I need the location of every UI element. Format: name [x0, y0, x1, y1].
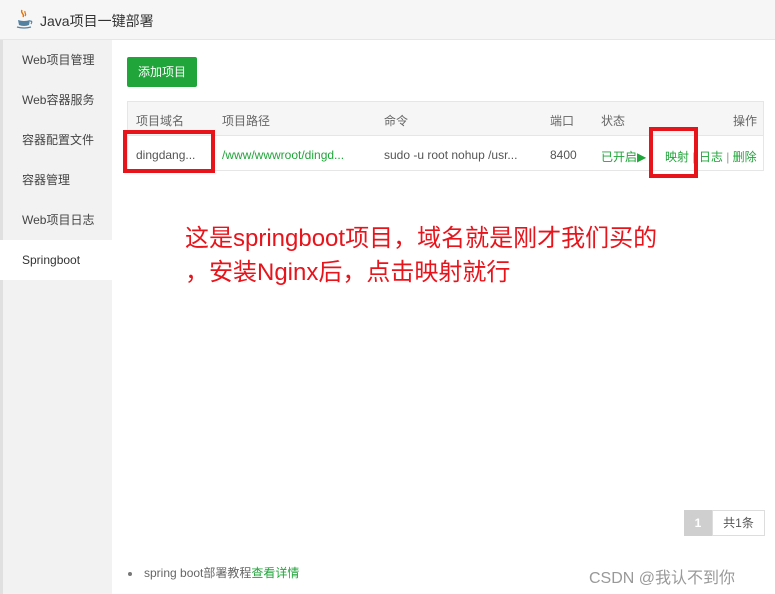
sidebar-item-web-project-log[interactable]: Web项目日志 — [0, 200, 112, 240]
row-status-text: 已开启 — [601, 150, 638, 164]
title-bar: Java项目一键部署 — [0, 0, 775, 40]
sidebar-item-web-project-management[interactable]: Web项目管理 — [0, 40, 112, 80]
window-title: Java项目一键部署 — [40, 13, 154, 29]
annotation-line-2: ，安装Nginx后，点击映射就行 — [185, 259, 511, 286]
page-total: 共1条 — [712, 510, 765, 536]
watermark: CSDN @我认不到你 — [589, 570, 736, 587]
tips-text: spring boot部署教程 — [144, 566, 252, 580]
sidebar-item-label: 容器管理 — [22, 173, 71, 187]
tips: spring boot部署教程查看详情 — [128, 564, 299, 581]
row-port: 8400 — [550, 148, 577, 162]
log-link[interactable]: 日志 — [699, 150, 723, 164]
annotation-box-map — [649, 127, 698, 178]
column-header-command: 命令 — [384, 114, 409, 128]
java-icon — [16, 9, 33, 29]
sidebar-item-web-container-service[interactable]: Web容器服务 — [0, 80, 112, 120]
add-project-button[interactable]: 添加项目 — [127, 57, 197, 87]
sidebar-item-label: 容器配置文件 — [22, 133, 95, 147]
bullet-icon — [128, 571, 132, 576]
sidebar: Web项目管理 Web容器服务 容器配置文件 容器管理 Web项目日志 Spri… — [0, 40, 112, 594]
annotation-text: 这是springboot项目，域名就是刚才我们买的 ，安装Nginx后，点击映射… — [185, 222, 657, 290]
page-current[interactable]: 1 — [684, 510, 712, 536]
sidebar-item-label: Web项目管理 — [22, 53, 95, 67]
sidebar-item-container-management[interactable]: 容器管理 — [0, 160, 112, 200]
tips-detail-link[interactable]: 查看详情 — [251, 566, 299, 580]
sidebar-item-label: Springboot — [22, 253, 81, 267]
sidebar-item-container-config[interactable]: 容器配置文件 — [0, 120, 112, 160]
play-icon: ▶ — [637, 150, 647, 164]
row-path-link[interactable]: /www/wwwroot/dingd... — [222, 148, 344, 162]
column-header-port: 端口 — [550, 114, 575, 128]
sidebar-item-label: Web项目日志 — [22, 213, 95, 227]
action-separator: | — [726, 150, 730, 164]
row-status-toggle[interactable]: 已开启▶ — [601, 148, 646, 165]
sidebar-item-label: Web容器服务 — [22, 93, 95, 107]
column-header-status: 状态 — [601, 114, 626, 128]
column-header-actions: 操作 — [733, 114, 758, 128]
column-header-domain: 项目域名 — [136, 114, 185, 128]
sidebar-item-springboot[interactable]: Springboot — [0, 240, 112, 280]
column-header-path: 项目路径 — [222, 114, 271, 128]
delete-link[interactable]: 删除 — [733, 150, 757, 164]
row-command: sudo -u root nohup /usr... — [384, 148, 518, 162]
annotation-box-domain — [123, 130, 215, 173]
main-panel: 添加项目 项目域名 项目路径 命令 端口 状态 操作 dingdang... /… — [112, 40, 775, 594]
annotation-line-1: 这是springboot项目，域名就是刚才我们买的 — [185, 225, 658, 252]
